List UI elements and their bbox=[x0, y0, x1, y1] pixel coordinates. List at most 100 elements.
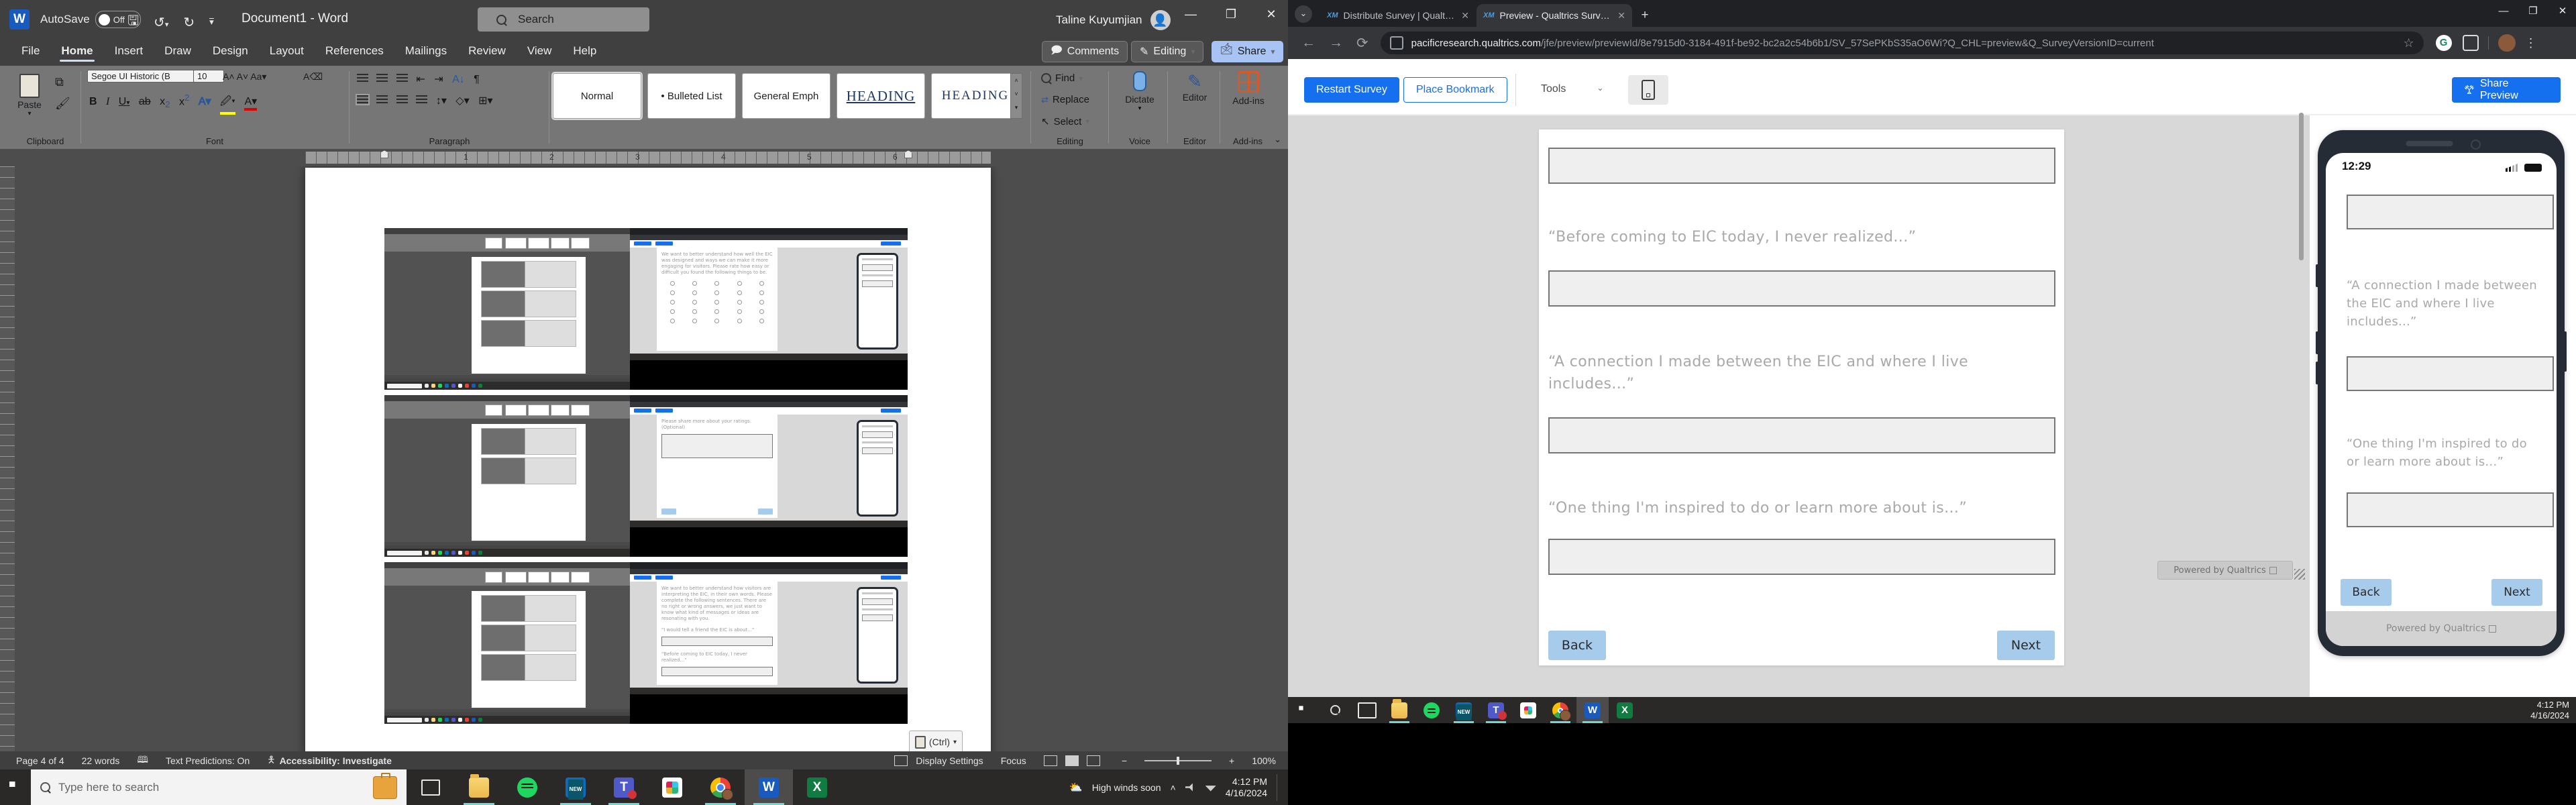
menu-tab-design[interactable]: Design bbox=[205, 39, 256, 63]
taskbar-search-box[interactable]: Type here to search bbox=[31, 769, 407, 805]
indent-marker-right[interactable] bbox=[904, 150, 912, 158]
style-3[interactable]: General Emph bbox=[742, 73, 830, 119]
multilevel-list-icon[interactable] bbox=[396, 74, 408, 83]
task-view-button[interactable] bbox=[1351, 697, 1383, 723]
page-indicator[interactable]: Page 4 of 4 bbox=[16, 755, 64, 766]
menu-tab-review[interactable]: Review bbox=[460, 39, 514, 63]
zoom-slider[interactable] bbox=[1144, 760, 1212, 761]
bold-button[interactable]: B bbox=[89, 96, 97, 108]
phone-next-button[interactable]: Next bbox=[2491, 579, 2542, 606]
word-search-box[interactable]: Search bbox=[478, 7, 649, 32]
taskbar-icon-excel[interactable]: X bbox=[793, 769, 841, 805]
taskbar-icon-outlook[interactable]: ONEW bbox=[1448, 697, 1480, 723]
redo-icon[interactable]: ↻ bbox=[183, 14, 195, 31]
taskbar-icon-file-explorer[interactable] bbox=[455, 769, 503, 805]
horizontal-ruler[interactable]: 123456 bbox=[305, 152, 991, 164]
outdent-icon[interactable]: ⇤ bbox=[416, 72, 425, 86]
word-minimize-button[interactable]: — bbox=[1175, 0, 1206, 28]
customize-qat-icon[interactable]: ▾̅ bbox=[209, 17, 214, 28]
browser-tab-2[interactable]: XMPreview - Qualtrics Survey | Qua✕ bbox=[1477, 4, 1632, 27]
bullets-icon[interactable] bbox=[357, 74, 368, 83]
pilcrow-icon[interactable]: ¶ bbox=[474, 74, 480, 86]
phone-text-input-3[interactable] bbox=[2347, 492, 2554, 527]
style-2[interactable]: • Bulleted List bbox=[647, 73, 736, 119]
word-count[interactable]: 22 words bbox=[82, 755, 120, 766]
zoom-level[interactable]: 100% bbox=[1252, 755, 1276, 766]
taskbar-icon-teams[interactable]: T bbox=[600, 769, 648, 805]
embedded-screenshot-sentences[interactable]: We want to better understand how visitor… bbox=[384, 562, 908, 724]
user-account[interactable]: Taline Kuyumjian 👤 bbox=[1056, 10, 1171, 30]
autosave-toggle[interactable]: AutoSave Off bbox=[40, 11, 141, 28]
start-button[interactable] bbox=[1288, 697, 1319, 723]
font-color-icon[interactable]: A▾ bbox=[244, 95, 257, 111]
survey-text-input-1[interactable] bbox=[1548, 148, 2055, 184]
line-spacing-icon[interactable]: ↕▾ bbox=[436, 94, 447, 107]
zoom-in-button[interactable]: + bbox=[1229, 755, 1234, 766]
save-icon[interactable]: 🖫 bbox=[127, 11, 139, 34]
menu-tab-draw[interactable]: Draw bbox=[156, 39, 199, 63]
phone-text-input-2[interactable] bbox=[2347, 356, 2554, 391]
tray-chevron-icon[interactable]: ˄ bbox=[1171, 782, 1176, 793]
address-bar[interactable]: pacificresearch.qualtrics.com /jfe/previ… bbox=[1381, 32, 2424, 54]
taskbar-clock[interactable]: 4:12 PM4/16/2024 bbox=[1226, 776, 1267, 799]
phone-text-input-1[interactable] bbox=[2347, 195, 2554, 229]
styles-gallery-scroll[interactable]: ˄˅▾ bbox=[1010, 73, 1022, 119]
replace-button[interactable]: ⇄Replace bbox=[1041, 94, 1089, 105]
superscript-button[interactable]: x2 bbox=[179, 93, 189, 108]
start-button[interactable] bbox=[0, 769, 31, 805]
addins-button[interactable]: Add-ins bbox=[1225, 71, 1272, 106]
text-predictions[interactable]: Text Predictions: On bbox=[166, 755, 250, 766]
numbering-icon[interactable] bbox=[376, 74, 388, 83]
new-tab-button[interactable]: + bbox=[1638, 9, 1652, 22]
taskbar-icon-file-explorer[interactable] bbox=[1383, 697, 1415, 723]
forward-icon[interactable]: → bbox=[1329, 35, 1343, 51]
taskbar-icon-word[interactable]: W bbox=[1576, 697, 1609, 723]
embedded-screenshot-comments[interactable]: Please share more about your ratings. (O… bbox=[384, 395, 908, 557]
taskbar-icon-outlook[interactable]: ONEW bbox=[551, 769, 600, 805]
menu-tab-home[interactable]: Home bbox=[53, 39, 101, 63]
strikethrough-button[interactable]: ab bbox=[139, 96, 151, 108]
taskbar-icon-spotify[interactable] bbox=[503, 769, 551, 805]
taskbar-clock[interactable]: 4:12 PM4/16/2024 bbox=[2530, 700, 2569, 721]
tab-close-icon[interactable]: ✕ bbox=[1461, 10, 1469, 21]
menu-tab-help[interactable]: Help bbox=[565, 39, 604, 63]
preview-scrollbar[interactable] bbox=[2299, 113, 2304, 260]
weather-text[interactable]: High winds soon bbox=[1092, 782, 1161, 793]
accessibility-status[interactable]: 🯅Accessibility: Investigate bbox=[267, 753, 392, 769]
site-info-icon[interactable] bbox=[1390, 36, 1403, 50]
taskbar-icon-slack[interactable] bbox=[648, 769, 696, 805]
underline-button[interactable]: U▾ bbox=[119, 96, 130, 108]
tools-dropdown[interactable]: Tools⌄ bbox=[1541, 83, 1603, 95]
highlight-color-icon[interactable]: 🖉▾ bbox=[220, 94, 235, 115]
style-5[interactable]: HEADING bbox=[931, 73, 1020, 119]
grow-font-icon[interactable]: A˄ A˅ Aa▾ bbox=[223, 71, 266, 83]
chrome-close-button[interactable]: ✕ bbox=[2548, 0, 2576, 23]
font-size-select[interactable]: 10 bbox=[193, 70, 224, 83]
survey-text-input-3[interactable] bbox=[1548, 417, 2055, 453]
survey-back-button[interactable]: Back bbox=[1548, 631, 1606, 660]
paste-options-button[interactable]: (Ctrl)▾ bbox=[909, 731, 963, 751]
proofing-icon[interactable]: 🕮 bbox=[137, 753, 148, 769]
view-mode-icons[interactable] bbox=[1044, 755, 1104, 766]
place-bookmark-button[interactable]: Place Bookmark bbox=[1403, 77, 1507, 103]
find-button[interactable]: Find▾ bbox=[1041, 72, 1083, 84]
editing-mode-button[interactable]: ✎Editing▾ bbox=[1131, 41, 1203, 62]
taskbar-icon-chrome[interactable] bbox=[1544, 697, 1576, 723]
menu-tab-insert[interactable]: Insert bbox=[107, 39, 152, 63]
restart-survey-button[interactable]: Restart Survey bbox=[1304, 77, 1399, 103]
word-restore-button[interactable]: ❐ bbox=[1216, 0, 1246, 28]
taskbar-icon-word[interactable]: W bbox=[745, 769, 793, 805]
mobile-view-button[interactable] bbox=[1628, 75, 1668, 105]
format-painter-icon[interactable]: 🖌 bbox=[55, 97, 70, 111]
tab-search-chevron-icon[interactable]: ⌄ bbox=[1295, 5, 1312, 23]
paste-button[interactable]: Paste▾ bbox=[12, 71, 47, 123]
share-button[interactable]: 🖄Share▾ bbox=[1212, 41, 1283, 62]
survey-next-button[interactable]: Next bbox=[1997, 631, 2055, 660]
chrome-profile-avatar[interactable] bbox=[2498, 34, 2516, 52]
copy-icon[interactable]: ⧉ bbox=[55, 75, 64, 89]
borders-icon[interactable]: ⊞▾ bbox=[478, 94, 492, 107]
chrome-menu-icon[interactable]: ⋮ bbox=[2525, 36, 2537, 50]
phone-back-button[interactable]: Back bbox=[2341, 579, 2392, 606]
select-button[interactable]: ↖Select▾ bbox=[1041, 115, 1089, 127]
align-left-icon[interactable] bbox=[357, 95, 368, 104]
